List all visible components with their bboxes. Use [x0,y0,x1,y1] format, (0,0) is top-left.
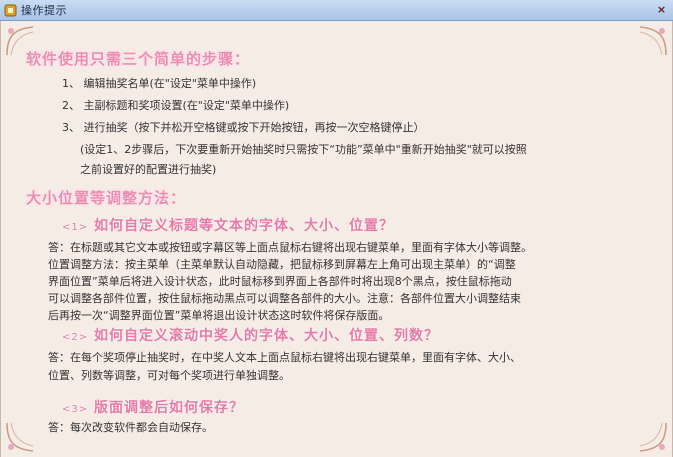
question-title: <3> 版面调整后如何保存？ [62,397,244,417]
question-title: <1> 如何自定义标题等文本的字体、大小、位置？ [62,215,394,235]
answer-line: 位置、列数等调整，可对每个奖项进行单独调整。 [48,369,290,382]
corner-ornament-icon [6,422,34,452]
question-number: <1> [62,222,89,233]
step-note: (设定1、2步骤后，下次要重新开始抽奖时只需按下“功能”菜单中"重新开始抽奖"就… [80,143,527,156]
step-item: 2、 主副标题和奖项设置(在"设定"菜单中操作) [62,99,290,112]
corner-ornament-icon [639,422,667,452]
step-note: 之前设置好的配置进行抽奖) [80,163,217,176]
title-bar[interactable]: 操作提示 × [0,0,673,21]
corner-ornament-icon [639,26,667,56]
answer-line: 答：每次改变软件都会自动保存。 [48,421,213,434]
question-text: 如何自定义标题等文本的字体、大小、位置？ [94,218,394,234]
question-number: <2> [62,332,89,343]
answer-line: 位置调整方法：按主菜单（主菜单默认自动隐藏，把鼠标移到屏幕左上角可出现主菜单）的… [48,258,516,271]
question-text: 版面调整后如何保存？ [94,400,244,416]
close-button[interactable]: × [654,2,669,17]
step-item: 3、 进行抽奖（按下并松开空格键或按下开始按钮，再按一次空格键停止） [62,121,425,134]
window-title: 操作提示 [21,4,67,17]
question-title: <2> 如何自定义滚动中奖人的字体、大小、位置、列数？ [62,325,439,345]
answer-line: 可以调整各部件位置，按住鼠标拖动黑点可以调整各部件的大小。注意：各部件位置大小调… [48,292,521,305]
question-number: <3> [62,404,89,415]
question-text: 如何自定义滚动中奖人的字体、大小、位置、列数？ [94,328,439,344]
answer-line: 答：在每个奖项停止抽奖时，在中奖人文本上面点鼠标右键将出现右键菜单，里面有字体、… [48,351,521,364]
step-item: 1、 编辑抽奖名单(在"设定"菜单中操作) [62,77,257,90]
section-heading-steps: 软件使用只需三个简单的步骤： [26,50,251,68]
section-heading-adjust: 大小位置等调整方法： [26,189,187,207]
answer-line: 界面位置”菜单后将进入设计状态，此时鼠标移到界面上各部件时将出现8个黑点，按住鼠… [48,275,512,288]
answer-line: 答：在标题或其它文本或按钮或字幕区等上面点鼠标右键将出现右键菜单，里面有字体大小… [48,241,532,254]
answer-line: 后再按一次“调整界面位置”菜单将退出设计状态这时软件将保存版面。 [48,309,390,322]
app-icon [3,3,17,17]
